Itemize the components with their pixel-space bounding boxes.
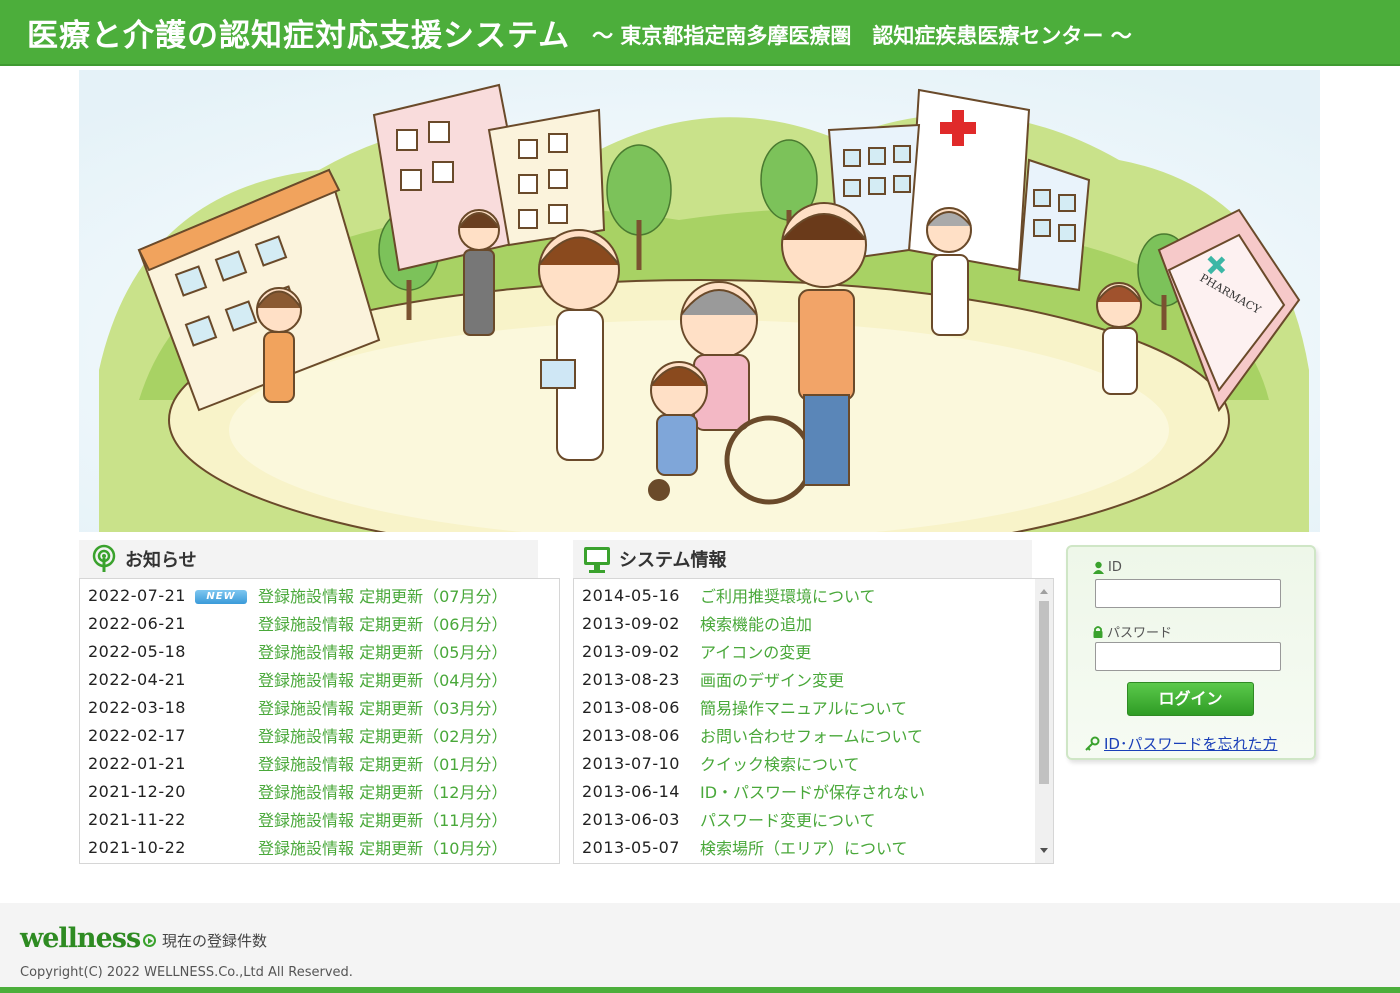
password-input[interactable] bbox=[1095, 642, 1281, 671]
password-label-wrap: パスワード bbox=[1092, 622, 1172, 641]
news-row[interactable]: 2022-04-21 登録施設情報 定期更新（04月分） bbox=[80, 665, 507, 693]
system-link[interactable]: ID・パスワードが保存されない bbox=[700, 779, 925, 803]
system-link[interactable]: お問い合わせフォームについて bbox=[700, 723, 923, 747]
system-link[interactable]: クイック検索について bbox=[700, 751, 860, 775]
system-link[interactable]: 検索場所（エリア）について bbox=[700, 835, 908, 859]
system-row[interactable]: 2013-06-14 ID・パスワードが保存されない bbox=[574, 777, 925, 805]
system-date: 2013-08-23 bbox=[582, 669, 680, 689]
new-badge: NEW bbox=[195, 590, 247, 604]
news-date: 2021-10-22 bbox=[88, 837, 186, 857]
system-row[interactable]: 2013-06-03 パスワード変更について bbox=[574, 805, 876, 833]
news-date: 2022-04-21 bbox=[88, 669, 186, 689]
forgot-link-label[interactable]: ID･パスワードを忘れた方 bbox=[1104, 733, 1277, 754]
scroll-down-arrow-icon[interactable] bbox=[1040, 848, 1048, 853]
forgot-credentials-link[interactable]: ID･パスワードを忘れた方 bbox=[1084, 733, 1277, 754]
system-date: 2013-06-14 bbox=[582, 781, 680, 801]
news-date: 2021-11-22 bbox=[88, 809, 186, 829]
news-row[interactable]: 2022-05-18 登録施設情報 定期更新（05月分） bbox=[80, 637, 507, 665]
scroll-up-arrow-icon[interactable] bbox=[1040, 589, 1048, 594]
news-row[interactable]: 2022-02-17 登録施設情報 定期更新（02月分） bbox=[80, 721, 507, 749]
system-row[interactable]: 2013-09-02 検索機能の追加 bbox=[574, 609, 812, 637]
footer: wellness 現在の登録件数 Copyright(C) 2022 WELLN… bbox=[0, 903, 1400, 993]
system-row[interactable]: 2013-08-06 お問い合わせフォームについて bbox=[574, 721, 923, 749]
news-link[interactable]: 登録施設情報 定期更新（01月分） bbox=[258, 751, 507, 775]
wellness-logo[interactable]: wellness bbox=[20, 923, 141, 954]
news-link[interactable]: 登録施設情報 定期更新（07月分） bbox=[258, 583, 507, 607]
system-link[interactable]: 検索機能の追加 bbox=[700, 611, 812, 635]
scroll-thumb[interactable] bbox=[1039, 601, 1049, 784]
system-row[interactable]: 2013-08-06 簡易操作マニュアルについて bbox=[574, 693, 907, 721]
system-date: 2013-05-07 bbox=[582, 837, 680, 857]
news-link[interactable]: 登録施設情報 定期更新（11月分） bbox=[258, 807, 507, 831]
news-link[interactable]: 登録施設情報 定期更新（12月分） bbox=[258, 779, 507, 803]
app-header: 医療と介護の認知症対応支援システム ～ 東京都指定南多摩医療圏 認知症疾患医療セ… bbox=[0, 0, 1400, 66]
system-link[interactable]: 画面のデザイン変更 bbox=[700, 667, 844, 691]
news-row[interactable]: 2021-10-22 登録施設情報 定期更新（10月分） bbox=[80, 833, 507, 861]
lock-icon bbox=[1093, 625, 1103, 638]
system-link[interactable]: 簡易操作マニュアルについて bbox=[700, 695, 907, 719]
page-subtitle: ～ 東京都指定南多摩医療圏 認知症疾患医療センター ～ bbox=[592, 24, 1132, 48]
news-list: 2022-07-21 NEW 登録施設情報 定期更新（07月分） 2022-06… bbox=[79, 578, 560, 864]
system-title: システム情報 bbox=[619, 550, 727, 571]
news-date: 2022-06-21 bbox=[88, 613, 186, 633]
copyright: Copyright(C) 2022 WELLNESS.Co.,Ltd All R… bbox=[20, 965, 353, 980]
system-date: 2013-08-06 bbox=[582, 697, 680, 717]
news-link[interactable]: 登録施設情報 定期更新（02月分） bbox=[258, 723, 507, 747]
system-header: システム情報 bbox=[573, 540, 1032, 578]
system-list[interactable]: 2014-05-16 ご利用推奨環境について 2013-09-02 検索機能の追… bbox=[573, 578, 1054, 864]
system-date: 2013-09-02 bbox=[582, 613, 680, 633]
news-link[interactable]: 登録施設情報 定期更新（10月分） bbox=[258, 835, 507, 859]
id-label: ID bbox=[1108, 560, 1122, 575]
page-title: 医療と介護の認知症対応支援システム bbox=[27, 17, 571, 54]
news-link[interactable]: 登録施設情報 定期更新（06月分） bbox=[258, 611, 507, 635]
hero-illustration: PHARMACY bbox=[79, 70, 1320, 532]
news-row[interactable]: 2022-03-18 登録施設情報 定期更新（03月分） bbox=[80, 693, 507, 721]
system-link[interactable]: アイコンの変更 bbox=[700, 639, 811, 663]
system-row[interactable]: 2014-05-16 ご利用推奨環境について bbox=[574, 581, 876, 609]
monitor-icon bbox=[584, 547, 610, 573]
news-link[interactable]: 登録施設情報 定期更新（03月分） bbox=[258, 695, 507, 719]
news-date: 2022-05-18 bbox=[88, 641, 186, 661]
system-row[interactable]: 2013-08-23 画面のデザイン変更 bbox=[574, 665, 844, 693]
system-date: 2013-07-10 bbox=[582, 753, 680, 773]
news-header: お知らせ bbox=[79, 540, 538, 578]
news-row[interactable]: 2022-07-21 NEW 登録施設情報 定期更新（07月分） bbox=[80, 581, 507, 609]
system-date: 2013-06-03 bbox=[582, 809, 680, 829]
password-label: パスワード bbox=[1107, 626, 1173, 641]
news-date: 2022-07-21 bbox=[88, 585, 186, 605]
news-date: 2022-02-17 bbox=[88, 725, 186, 745]
key-icon bbox=[1085, 736, 1100, 751]
registration-count-link[interactable]: 現在の登録件数 bbox=[143, 930, 267, 951]
news-link[interactable]: 登録施設情報 定期更新（04月分） bbox=[258, 667, 507, 691]
news-link[interactable]: 登録施設情報 定期更新（05月分） bbox=[258, 639, 507, 663]
user-icon bbox=[1093, 561, 1104, 574]
login-panel: ID パスワード ログイン ID･パスワードを忘れた方 bbox=[1066, 545, 1316, 760]
system-link[interactable]: ご利用推奨環境について bbox=[700, 583, 876, 607]
news-row[interactable]: 2022-06-21 登録施設情報 定期更新（06月分） bbox=[80, 609, 507, 637]
id-input[interactable] bbox=[1095, 579, 1281, 608]
news-date: 2022-03-18 bbox=[88, 697, 186, 717]
news-row[interactable]: 2021-12-20 登録施設情報 定期更新（12月分） bbox=[80, 777, 507, 805]
system-row[interactable]: 2013-05-07 検索場所（エリア）について bbox=[574, 833, 908, 861]
registration-count-label[interactable]: 現在の登録件数 bbox=[162, 930, 267, 951]
footer-bar bbox=[0, 987, 1400, 993]
system-date: 2013-09-02 bbox=[582, 641, 680, 661]
login-button[interactable]: ログイン bbox=[1127, 682, 1254, 716]
news-date: 2022-01-21 bbox=[88, 753, 186, 773]
system-scrollbar[interactable] bbox=[1035, 579, 1053, 863]
antenna-icon bbox=[92, 544, 116, 572]
play-circle-icon bbox=[143, 934, 156, 947]
town-care-illustration: PHARMACY bbox=[79, 70, 1320, 532]
news-row[interactable]: 2022-01-21 登録施設情報 定期更新（01月分） bbox=[80, 749, 507, 777]
news-title: お知らせ bbox=[125, 550, 197, 571]
news-row[interactable]: 2021-11-22 登録施設情報 定期更新（11月分） bbox=[80, 805, 507, 833]
news-date: 2021-12-20 bbox=[88, 781, 186, 801]
system-date: 2013-08-06 bbox=[582, 725, 680, 745]
system-date: 2014-05-16 bbox=[582, 585, 680, 605]
system-row[interactable]: 2013-07-10 クイック検索について bbox=[574, 749, 860, 777]
system-link[interactable]: パスワード変更について bbox=[700, 807, 876, 831]
id-label-wrap: ID bbox=[1092, 560, 1122, 575]
system-row[interactable]: 2013-09-02 アイコンの変更 bbox=[574, 637, 811, 665]
